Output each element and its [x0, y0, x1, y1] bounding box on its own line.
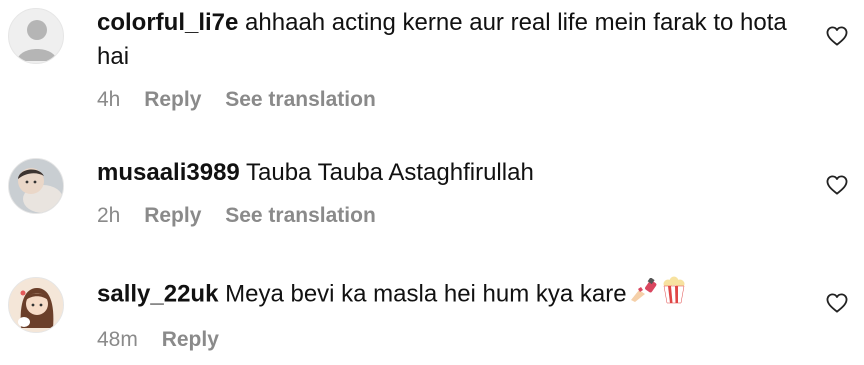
cartoon-girl-photo	[9, 278, 63, 332]
default-user-icon	[17, 20, 57, 61]
see-translation-button[interactable]: See translation	[225, 88, 376, 111]
reply-button[interactable]: Reply	[162, 328, 219, 351]
comment-username[interactable]: sally_22uk	[97, 280, 218, 307]
comment-text: sally_22uk Meya bevi ka masla hei hum ky…	[97, 276, 797, 314]
comment-time: 2h	[97, 204, 121, 227]
popcorn-emoji	[661, 276, 687, 314]
comment-username[interactable]: musaali3989	[97, 159, 240, 186]
comment-meta: 48m Reply	[97, 326, 797, 354]
reply-button[interactable]: Reply	[144, 88, 201, 111]
avatar[interactable]	[8, 158, 64, 214]
comment-text: colorful_li7e ahhaah acting kerne aur re…	[97, 6, 797, 74]
see-translation-button[interactable]: See translation	[225, 204, 376, 227]
reply-button[interactable]: Reply	[144, 204, 201, 227]
heart-outline-icon[interactable]	[826, 175, 848, 195]
avatar[interactable]	[8, 8, 64, 64]
comment-time: 48m	[97, 328, 138, 351]
comment-text: musaali3989 Tauba Tauba Astaghfirullah	[97, 156, 797, 190]
comment-body: Meya bevi ka masla hei hum kya kare	[225, 280, 627, 308]
comment-body: Tauba Tauba Astaghfirullah	[246, 159, 534, 186]
comment-username[interactable]: colorful_li7e	[97, 9, 238, 36]
nail-polish-emoji	[629, 277, 659, 312]
heart-outline-icon[interactable]	[826, 293, 848, 313]
comment-meta: 2h Reply See translation	[97, 202, 797, 230]
comment-meta: 4h Reply See translation	[97, 86, 797, 114]
avatar[interactable]	[8, 277, 64, 333]
comment-time: 4h	[97, 88, 121, 111]
heart-outline-icon[interactable]	[826, 26, 848, 46]
baby-photo	[9, 159, 63, 213]
